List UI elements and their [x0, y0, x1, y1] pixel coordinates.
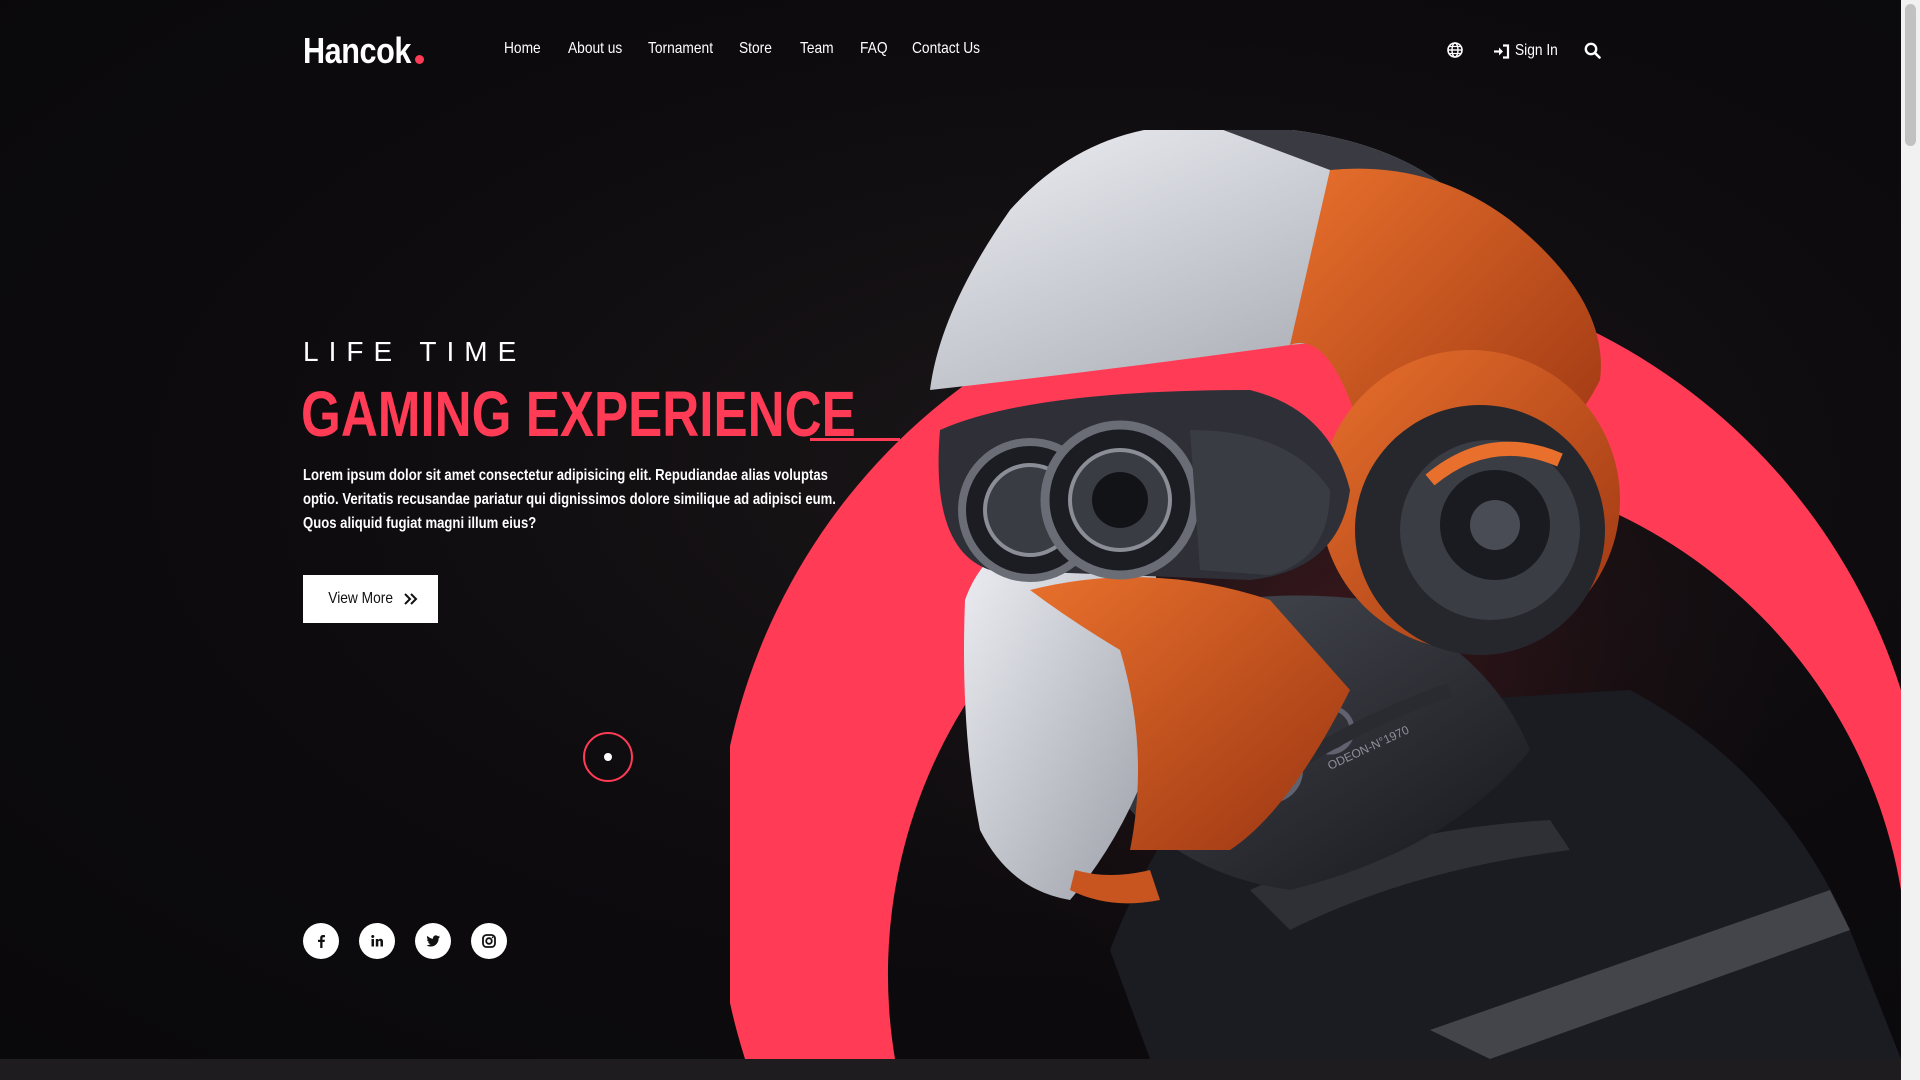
social-links — [303, 923, 507, 959]
hero-headline-wrap: GAMING EXPERIENCE — [301, 378, 856, 450]
nav-home[interactable]: Home — [504, 40, 541, 58]
hero-description: Lorem ipsum dolor sit amet consectetur a… — [303, 467, 836, 532]
slider-indicator[interactable] — [583, 732, 633, 782]
scrollbar-thumb[interactable] — [1905, 4, 1916, 146]
nav-about-us[interactable]: About us — [568, 40, 622, 58]
twitter-link[interactable] — [415, 923, 451, 959]
hero-robot-illustration: ODEON-N°1970 — [730, 130, 1901, 1059]
nav-faq[interactable]: FAQ — [860, 40, 888, 58]
linkedin-icon — [371, 935, 383, 947]
globe-icon[interactable] — [1447, 42, 1463, 58]
slider-dot-active — [604, 753, 612, 761]
logo[interactable]: Hancok — [303, 30, 411, 72]
linkedin-link[interactable] — [359, 923, 395, 959]
sign-in-icon — [1494, 43, 1510, 59]
bottom-bar — [0, 1059, 1920, 1080]
search-icon[interactable] — [1584, 42, 1601, 59]
nav-team[interactable]: Team — [800, 40, 834, 58]
sign-in-label: Sign In — [1515, 42, 1558, 59]
hero-headline: GAMING EXPERIENCE — [301, 378, 856, 450]
sign-in-link[interactable]: Sign In — [1493, 40, 1565, 62]
nav-store[interactable]: Store — [739, 40, 772, 58]
facebook-icon — [318, 935, 325, 948]
nav-tornament[interactable]: Tornament — [648, 40, 713, 58]
view-more-button[interactable]: View More — [303, 575, 438, 623]
double-chevron-right-icon — [404, 593, 418, 605]
view-more-label: View More — [328, 590, 393, 607]
page-scrollbar[interactable] — [1901, 0, 1920, 1080]
instagram-link[interactable] — [471, 923, 507, 959]
instagram-icon — [482, 934, 496, 948]
headline-underline — [810, 438, 900, 441]
hero-section: ODEON-N°1970 Hancok Home About us Tornam… — [0, 0, 1901, 1059]
logo-dot — [415, 55, 424, 64]
nav-contact-us[interactable]: Contact Us — [912, 40, 980, 58]
facebook-link[interactable] — [303, 923, 339, 959]
hero-eyebrow: LIFE TIME — [303, 336, 527, 367]
twitter-icon — [426, 935, 440, 947]
